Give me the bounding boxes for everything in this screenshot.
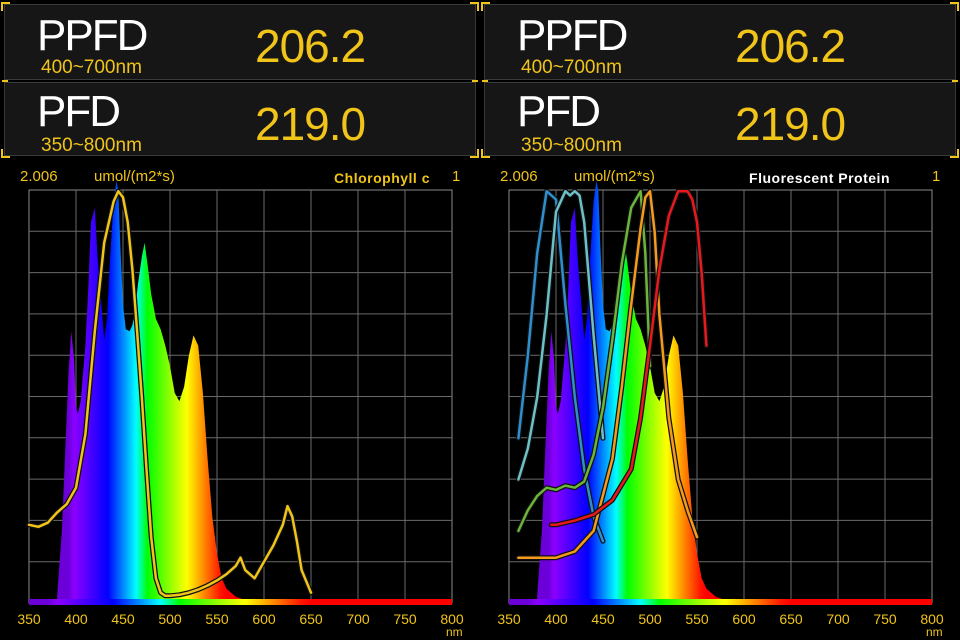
chart-plot-0: 350 400 450 500 550 600 650 700 750 800nm — [17, 180, 464, 639]
corner-bracket — [950, 149, 959, 158]
x-tick-label: 550 — [685, 611, 709, 627]
corner-bracket — [470, 2, 479, 11]
corner-bracket — [1, 2, 10, 11]
x-tick-label: 450 — [591, 611, 615, 627]
corner-bracket — [481, 2, 490, 11]
x-tick-label: 400 — [64, 611, 88, 627]
chart-plot-1: 350 400 450 500 550 600 650 700 750 800nm — [497, 180, 944, 639]
x-tick-label: 650 — [779, 611, 803, 627]
x-tick-label: 350 — [17, 611, 41, 627]
x-tick-label: 500 — [638, 611, 662, 627]
x-tick-label: 700 — [346, 611, 370, 627]
wavelength-color-bar — [509, 599, 932, 605]
x-tick-label: 600 — [732, 611, 756, 627]
x-unit-label: nm — [446, 625, 463, 639]
corner-bracket — [950, 2, 959, 11]
x-tick-label: 450 — [111, 611, 135, 627]
wavelength-color-bar — [29, 599, 452, 605]
corner-bracket — [1, 149, 10, 158]
x-tick-label: 500 — [158, 611, 182, 627]
x-tick-label: 650 — [299, 611, 323, 627]
x-tick-label: 700 — [826, 611, 850, 627]
x-tick-label: 400 — [544, 611, 568, 627]
corner-bracket — [481, 149, 490, 158]
spectrum-charts: 350 400 450 500 550 600 650 700 750 800nm350 400 45… — [1, 2, 959, 639]
x-tick-label: 600 — [252, 611, 276, 627]
corner-bracket — [470, 149, 479, 158]
x-tick-label: 550 — [205, 611, 229, 627]
x-unit-label: nm — [926, 625, 943, 639]
x-tick-label: 350 — [497, 611, 521, 627]
x-tick-label: 750 — [393, 611, 417, 627]
spectrum-area — [57, 180, 312, 603]
x-tick-label: 750 — [873, 611, 897, 627]
